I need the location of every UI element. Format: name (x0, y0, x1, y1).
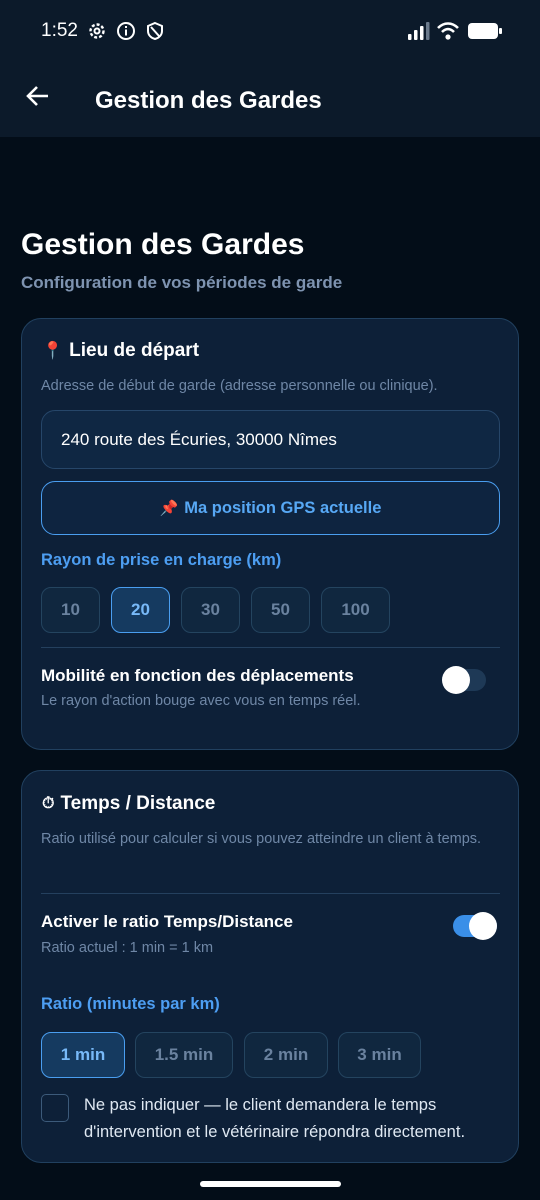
address-field-box (41, 410, 500, 469)
pushpin-icon: 📌 (159, 500, 179, 517)
map-pin-icon: 📍 (42, 341, 64, 360)
status-time: 1:52 (41, 20, 78, 41)
ratio-chip-1-5-min[interactable]: 1.5 min (135, 1032, 233, 1078)
address-field[interactable] (42, 411, 499, 468)
time-card-description: Ratio utilisé pour calculer si vous pouv… (41, 831, 482, 847)
shield-icon (145, 21, 165, 41)
ratio-chip-2-min[interactable]: 2 min (244, 1032, 328, 1078)
ratio-toggle-subtitle: Ratio actuel : 1 min = 1 km (41, 940, 214, 956)
toggle-knob (469, 912, 497, 940)
divider (41, 893, 500, 894)
battery-icon (467, 20, 503, 44)
page-subtitle: Configuration de vos périodes de garde (21, 273, 343, 292)
app-bar-title: Gestion des Gardes (95, 87, 322, 114)
app-bar: Gestion des Gardes (0, 64, 540, 137)
status-bar: 1:52 (0, 0, 540, 64)
divider (41, 647, 500, 648)
back-button[interactable] (18, 78, 58, 118)
ratio-toggle-title: Activer le ratio Temps/Distance (41, 912, 293, 931)
page-title: Gestion des Gardes (21, 228, 305, 261)
toggle-knob (442, 666, 470, 694)
radius-chip-20[interactable]: 20 (111, 587, 170, 633)
arrow-left-icon (25, 83, 51, 114)
wifi-icon (436, 20, 460, 44)
gear-icon (87, 21, 107, 41)
gps-position-button[interactable]: 📌 Ma position GPS actuelle (41, 481, 500, 535)
ratio-label: Ratio (minutes par km) (41, 995, 220, 1013)
radius-chip-50[interactable]: 50 (251, 587, 310, 633)
departure-card-title-text: Lieu de départ (69, 340, 200, 361)
info-icon (116, 21, 136, 41)
mobility-title: Mobilité en fonction des déplacements (41, 666, 354, 685)
no-indicate-checkbox[interactable] (41, 1094, 69, 1122)
time-card-title-text: Temps / Distance (60, 793, 216, 814)
stopwatch-icon: ⏱ (42, 795, 55, 812)
ratio-chip-3-min[interactable]: 3 min (338, 1032, 421, 1078)
radius-chip-30[interactable]: 30 (181, 587, 240, 633)
mobility-toggle[interactable] (442, 666, 486, 694)
time-card-title: ⏱ Temps / Distance (42, 793, 215, 815)
ratio-toggle[interactable] (453, 912, 497, 940)
no-indicate-text: Ne pas indiquer — le client demandera le… (84, 1096, 466, 1141)
departure-card-description: Adresse de début de garde (adresse perso… (41, 378, 438, 394)
signal-icon (407, 20, 431, 44)
time-distance-card: ⏱ Temps / Distance Ratio utilisé pour ca… (21, 770, 519, 1163)
radius-chip-10[interactable]: 10 (41, 587, 100, 633)
gps-position-label: Ma position GPS actuelle (184, 498, 382, 517)
radius-chip-100[interactable]: 100 (321, 587, 390, 633)
home-indicator[interactable] (200, 1181, 341, 1187)
radius-label: Rayon de prise en charge (km) (41, 551, 282, 569)
ratio-chip-1-min[interactable]: 1 min (41, 1032, 125, 1078)
departure-card-title: 📍 Lieu de départ (42, 340, 199, 362)
departure-card: 📍 Lieu de départ Adresse de début de gar… (21, 318, 519, 750)
mobility-subtitle: Le rayon d'action bouge avec vous en tem… (41, 693, 361, 709)
